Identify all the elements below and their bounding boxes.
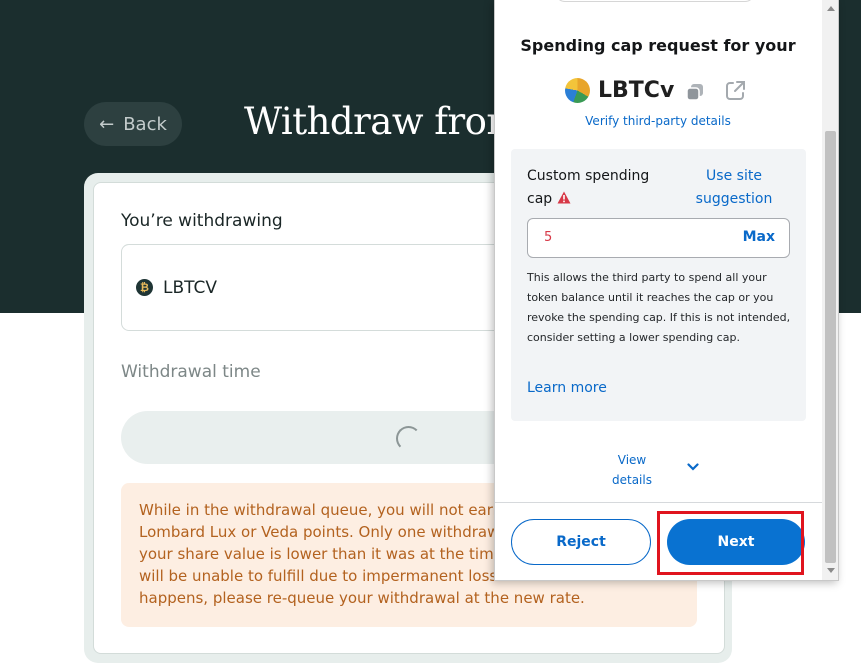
chevron-down-icon[interactable] <box>687 463 699 471</box>
learn-more-link[interactable]: Learn more <box>527 380 607 396</box>
next-button-highlight <box>657 511 804 575</box>
spending-cap-panel: Custom spending cap Use site suggestion … <box>511 149 806 421</box>
max-button[interactable]: Max <box>743 229 775 245</box>
verify-third-party-link[interactable]: Verify third-party details <box>495 114 821 128</box>
use-site-suggestion-link[interactable]: Use site suggestion <box>689 165 779 211</box>
page-title: Withdraw from <box>244 100 522 143</box>
token-row: LBTCv <box>565 78 674 103</box>
arrow-left-icon: ← <box>99 113 115 135</box>
back-label: Back <box>123 113 167 135</box>
back-button[interactable]: ← Back <box>84 102 182 146</box>
notice-line: happens, please re-queue your withdrawal… <box>139 589 585 607</box>
spending-cap-value: 5 <box>544 230 553 245</box>
bitcoin-icon: ₿ <box>136 279 153 296</box>
spending-cap-description: This allows the third party to spend all… <box>527 271 791 344</box>
view-details-link[interactable]: View details <box>612 450 652 490</box>
network-pill[interactable] <box>555 0 755 2</box>
custom-cap-label-text: Custom spending cap <box>527 168 650 207</box>
warning-icon <box>557 191 571 204</box>
custom-cap-label: Custom spending cap <box>527 165 657 211</box>
copy-icon[interactable] <box>685 82 705 102</box>
withdrawal-time-label: Withdrawal time <box>121 362 261 382</box>
footer-divider <box>495 502 825 503</box>
token-symbol: LBTCv <box>598 78 675 103</box>
loading-spinner-icon <box>396 426 421 451</box>
scroll-thumb[interactable] <box>825 131 836 563</box>
spending-cap-input[interactable]: 5 Max <box>527 218 790 258</box>
wallet-popup: Spending cap request for your LBTCv Veri… <box>494 0 839 581</box>
popup-scrollbar[interactable] <box>822 0 838 580</box>
reject-button[interactable]: Reject <box>511 519 651 565</box>
token-name: LBTCV <box>163 278 218 298</box>
withdrawing-label: You’re withdrawing <box>121 211 283 231</box>
scroll-up-arrow-icon[interactable] <box>827 6 835 11</box>
scroll-down-arrow-icon[interactable] <box>827 568 835 573</box>
token-logo-icon <box>565 78 590 103</box>
external-link-icon[interactable] <box>723 79 747 103</box>
popup-title: Spending cap request for your <box>520 36 796 55</box>
